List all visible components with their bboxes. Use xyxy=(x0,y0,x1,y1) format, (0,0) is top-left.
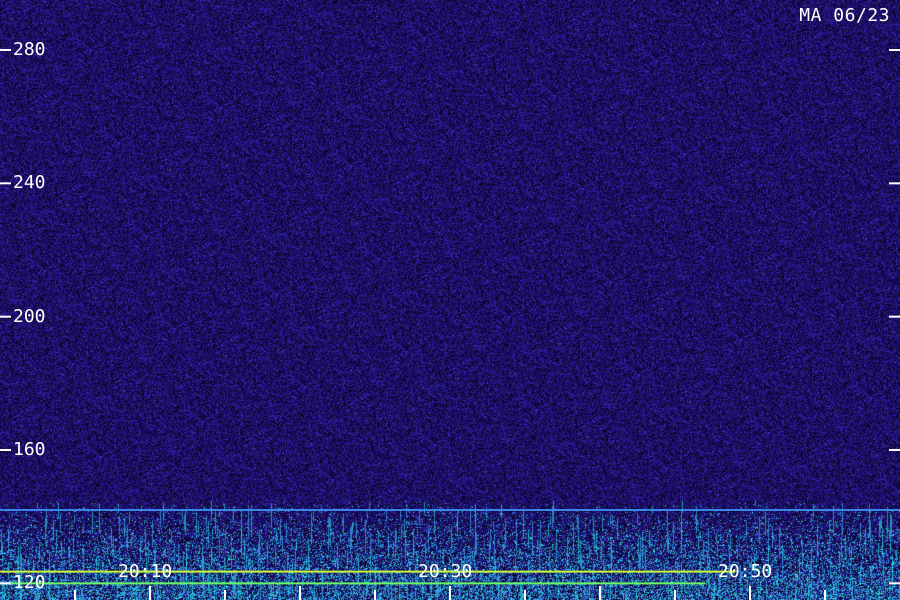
spectrogram-axes xyxy=(0,49,900,600)
spectrogram: 120 160 200 240 280 20:10 20:30 20:50 MA 06/23 xyxy=(0,0,900,600)
y-tick-label: 160 xyxy=(13,439,46,460)
x-tick-label: 20:10 xyxy=(118,561,173,582)
y-tick-label: 280 xyxy=(13,39,46,60)
x-tick-label: 20:50 xyxy=(718,561,773,582)
station-label: MA 06/23 xyxy=(799,5,890,26)
y-tick-label: 240 xyxy=(13,172,46,194)
y-tick-label: 200 xyxy=(13,305,46,327)
x-tick-label: 20:30 xyxy=(418,561,473,582)
y-tick-label: 120 xyxy=(13,572,46,594)
